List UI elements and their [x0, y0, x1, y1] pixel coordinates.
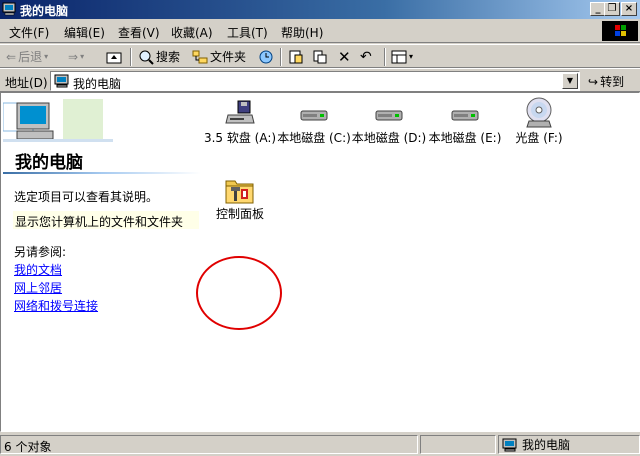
- windows-logo-icon: [602, 21, 638, 41]
- link-network-places[interactable]: 网上邻居: [14, 279, 62, 296]
- views-icon: [391, 50, 407, 64]
- menu-help[interactable]: 帮助(H): [281, 24, 323, 41]
- control-panel-folder-icon: [225, 180, 254, 204]
- status-bar: 6 个对象 我的电脑: [0, 433, 640, 456]
- drive-label: 本地磁盘 (C:): [277, 131, 351, 145]
- back-button[interactable]: ⇐ 后退 ▾: [6, 48, 48, 66]
- drive-label: 本地磁盘 (E:): [428, 131, 502, 145]
- copy-to-icon: [313, 50, 327, 64]
- status-location: 我的电脑: [498, 435, 640, 454]
- drive-f-cd[interactable]: 光盘 (F:): [499, 97, 579, 146]
- content-area: 我的电脑 选定项目可以查看其说明。 显示您计算机上的文件和文件夹 另请参阅: 我…: [0, 92, 640, 432]
- status-object-count: 6 个对象: [0, 435, 418, 454]
- undo-icon: ↶: [360, 49, 372, 65]
- go-arrow-icon: ↪: [588, 74, 599, 89]
- computer-banner-icon: [3, 99, 113, 142]
- back-arrow-icon: ⇐: [6, 50, 17, 64]
- folders-tree-icon: [192, 50, 208, 64]
- status-empty-pane: [420, 435, 496, 454]
- hard-disk-icon: [451, 110, 479, 121]
- control-panel-item[interactable]: 控制面板: [200, 175, 280, 222]
- delete-button[interactable]: ✕: [338, 48, 351, 66]
- copy-to-button[interactable]: [312, 48, 328, 66]
- go-button[interactable]: ↪ 转到: [588, 73, 624, 90]
- hard-disk-icon: [375, 110, 403, 121]
- my-computer-icon: [2, 2, 16, 16]
- views-button[interactable]: ▾: [391, 48, 413, 66]
- dropdown-arrow-icon: ▾: [409, 52, 414, 61]
- sidebar-title: 我的电脑: [15, 153, 83, 173]
- link-my-documents[interactable]: 我的文档: [14, 261, 62, 278]
- delete-x-icon: ✕: [338, 48, 351, 66]
- my-computer-icon: [502, 438, 517, 451]
- forward-arrow-icon: ⇒: [68, 50, 79, 64]
- back-label: 后退: [18, 50, 43, 64]
- history-globe-icon: [259, 50, 273, 64]
- up-folder-button[interactable]: [106, 48, 122, 66]
- dropdown-arrow-icon: ▾: [80, 52, 85, 61]
- sidebar-divider: [3, 172, 201, 174]
- history-button[interactable]: [258, 48, 274, 66]
- drive-a-floppy[interactable]: 3.5 软盘 (A:): [200, 99, 280, 146]
- title-bar[interactable]: 我的电脑 _ ❐ ×: [0, 0, 640, 19]
- search-icon: [139, 50, 154, 65]
- address-value: 我的电脑: [73, 77, 122, 91]
- folders-button[interactable]: 文件夹: [192, 48, 246, 66]
- menu-bar: 文件(F) 编辑(E) 查看(V) 收藏(A) 工具(T) 帮助(H): [0, 19, 640, 43]
- status-location-text: 我的电脑: [522, 438, 571, 452]
- menu-view[interactable]: 查看(V): [118, 24, 160, 41]
- highlight-circle: [196, 256, 282, 330]
- dropdown-arrow-icon: ▾: [44, 52, 49, 61]
- undo-button[interactable]: ↶: [360, 48, 372, 66]
- link-dialup-connections[interactable]: 网络和拨号连接: [14, 297, 98, 314]
- drive-e-local[interactable]: 本地磁盘 (E:): [425, 99, 505, 146]
- cd-drive-icon: [526, 97, 552, 128]
- restore-button[interactable]: ❐: [604, 2, 620, 16]
- drive-c-local[interactable]: 本地磁盘 (C:): [274, 99, 354, 146]
- menu-tools[interactable]: 工具(T): [227, 24, 268, 41]
- window-title: 我的电脑: [20, 4, 69, 18]
- search-button[interactable]: 搜索: [138, 48, 180, 66]
- see-also-label: 另请参阅:: [14, 245, 67, 259]
- go-label: 转到: [600, 75, 625, 89]
- my-computer-icon: [54, 74, 69, 88]
- drive-label: 3.5 软盘 (A:): [203, 131, 277, 145]
- move-to-icon: [289, 50, 303, 64]
- drive-label: 本地磁盘 (D:): [351, 131, 427, 145]
- sidebar-hint: 显示您计算机上的文件和文件夹: [13, 211, 199, 229]
- address-input[interactable]: 我的电脑 ▼: [50, 71, 580, 91]
- drive-label: 光盘 (F:): [515, 131, 563, 145]
- forward-button[interactable]: ⇒ ▾: [68, 48, 84, 66]
- drive-d-local[interactable]: 本地磁盘 (D:): [349, 99, 429, 146]
- sidebar-description: 选定项目可以查看其说明。: [14, 190, 159, 204]
- standard-toolbar: ⇐ 后退 ▾ ⇒ ▾ 搜索 文件夹 ✕ ↶ ▾: [0, 44, 640, 68]
- address-bar: 地址(D) 我的电脑 ▼ ↪ 转到: [0, 68, 640, 92]
- up-folder-icon: [106, 52, 122, 64]
- close-button[interactable]: ×: [621, 2, 637, 16]
- folders-label: 文件夹: [210, 50, 247, 64]
- address-label: 地址(D): [5, 76, 48, 90]
- menu-favorites[interactable]: 收藏(A): [171, 24, 213, 41]
- floppy-drive-icon: [225, 100, 255, 124]
- menu-edit[interactable]: 编辑(E): [64, 24, 105, 41]
- menu-file[interactable]: 文件(F): [9, 24, 49, 41]
- address-dropdown-icon[interactable]: ▼: [562, 73, 578, 89]
- control-panel-label: 控制面板: [215, 207, 264, 221]
- search-label: 搜索: [156, 50, 181, 64]
- move-to-button[interactable]: [288, 48, 304, 66]
- hard-disk-icon: [300, 110, 328, 121]
